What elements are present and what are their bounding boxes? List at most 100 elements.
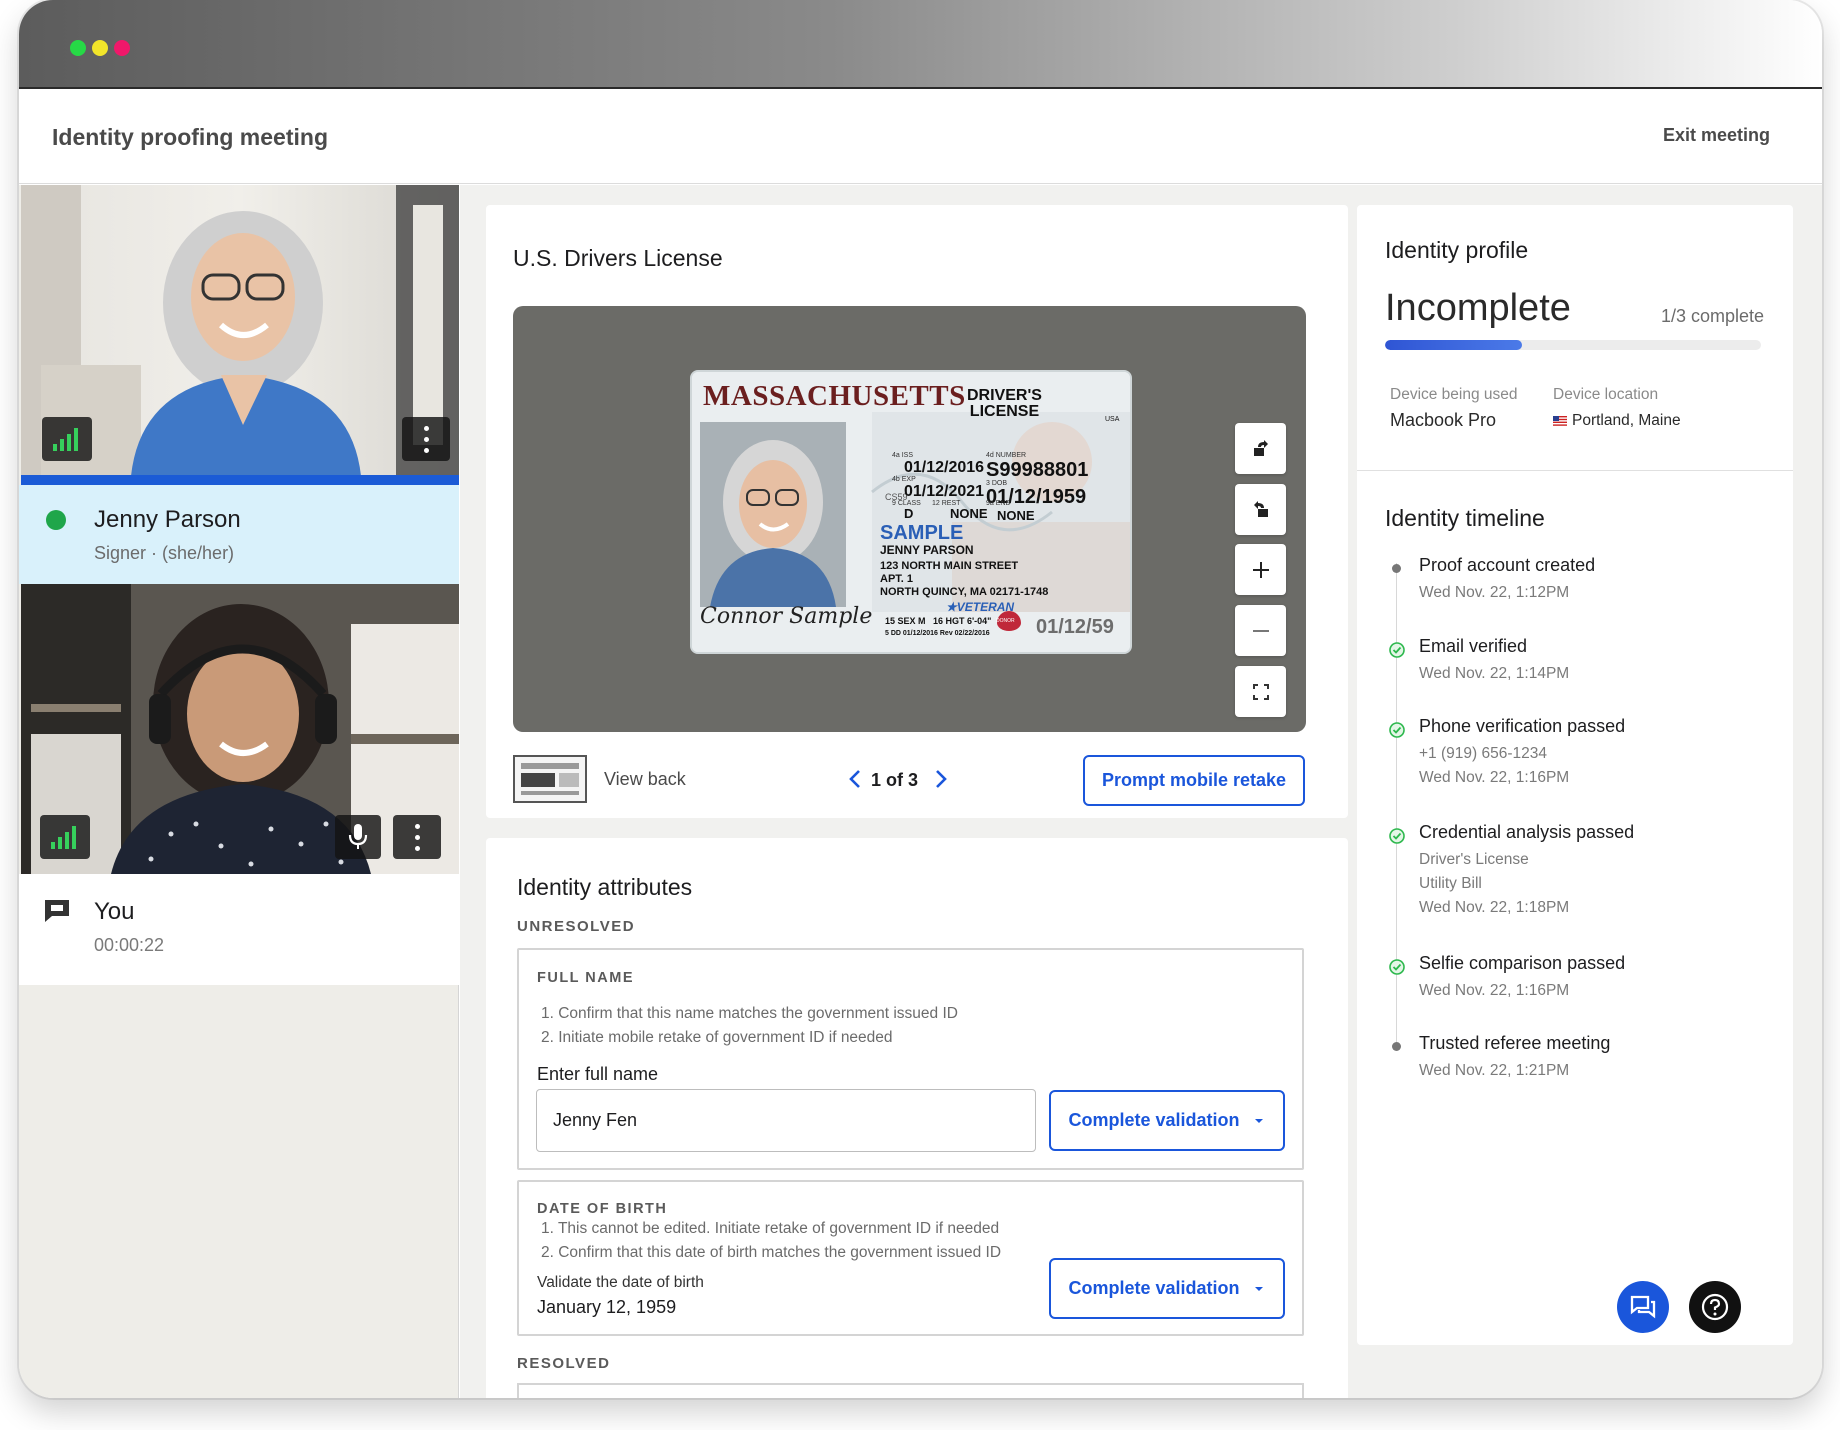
self-participant-card[interactable]: You 00:00:22: [19, 874, 459, 985]
check-circle-icon: [1389, 722, 1405, 743]
document-card: U.S. Drivers License MASSACHUSETTS DRIVE…: [486, 205, 1348, 818]
fullscreen-button[interactable]: [1235, 666, 1286, 717]
timeline-item-title: Email verified: [1419, 636, 1528, 656]
complete-validation-label: Complete validation: [1068, 1278, 1240, 1298]
participants-panel: Jenny Parson Signer · (she/her) You 00:0…: [19, 185, 459, 1398]
timeline-item-detail: Wed Nov. 22, 1:16PM: [1419, 769, 1570, 786]
identity-attributes-card: Identity attributes UNRESOLVED FULL NAME…: [486, 838, 1348, 1398]
help-button[interactable]: [1689, 1281, 1741, 1333]
license-holder-name: JENNY PARSON: [880, 543, 974, 557]
license-sex: 15 SEX M: [885, 616, 926, 626]
resolved-attribute-box: [517, 1383, 1304, 1398]
document-nav: View back 1 of 3 Prompt mobile retake: [513, 755, 1306, 807]
full-name-instruction-1: 1. Confirm that this name matches the go…: [541, 1005, 958, 1022]
page-indicator: 1 of 3: [871, 770, 919, 790]
license-height: 16 HGT 6'-04": [933, 616, 992, 626]
active-speaker-bar: [21, 475, 459, 485]
license-address-line3: NORTH QUINCY, MA 02171-1748: [880, 586, 1049, 598]
more-vertical-icon[interactable]: [402, 417, 450, 461]
signer-video: [21, 185, 459, 476]
window-maximize-dot[interactable]: [114, 40, 130, 56]
location-label: Device location: [1553, 386, 1659, 403]
divider: [1357, 470, 1793, 471]
check-circle-icon: [1389, 642, 1405, 663]
timeline-item: Phone verification passed +1 (919) 656-12…: [1419, 716, 1625, 786]
license-exp-label: 4b EXP: [892, 476, 916, 483]
license-dd: 5 DD 01/12/2016 Rev 02/22/2016: [885, 630, 990, 637]
rotate-right-icon: [1253, 500, 1268, 517]
license-end-label: 9a END: [986, 500, 1011, 507]
full-name-input[interactable]: Jenny Fen: [536, 1089, 1036, 1152]
us-flag-icon: [1553, 416, 1567, 426]
location-text: Portland, Maine: [1572, 412, 1681, 429]
document-title: U.S. Drivers License: [513, 245, 723, 271]
more-vertical-icon[interactable]: [393, 815, 441, 859]
zoom-out-icon: [1252, 629, 1269, 632]
license-dob-small: 01/12/59: [1036, 616, 1114, 638]
participant-name: You: [94, 898, 135, 925]
license-sample-mark: SAMPLE: [880, 522, 964, 544]
timeline-item-title: Proof account created: [1419, 555, 1596, 575]
document-viewer: MASSACHUSETTS DRIVER'S LICENSE USA Conno…: [513, 306, 1306, 732]
timeline-item-detail: +1 (919) 656-1234: [1419, 745, 1547, 762]
zoom-out-button[interactable]: [1235, 605, 1286, 656]
window-minimize-dot[interactable]: [92, 40, 108, 56]
timeline-item-detail: Wed Nov. 22, 1:12PM: [1419, 584, 1570, 601]
identity-profile-panel: Identity profile Incomplete 1/3 complete…: [1357, 205, 1793, 1345]
app-header: Identity proofing meeting Exit meeting: [19, 89, 1822, 184]
timeline-item-detail: Wed Nov. 22, 1:18PM: [1419, 899, 1570, 916]
license-type: DRIVER'S LICENSE: [967, 387, 1042, 420]
license-class: D: [904, 506, 914, 521]
chat-button[interactable]: [1617, 1281, 1669, 1333]
rotate-right-button[interactable]: [1235, 484, 1286, 535]
timeline-item-title: Trusted referee meeting: [1419, 1033, 1611, 1053]
license-back-thumbnail[interactable]: [513, 755, 587, 803]
timeline-item-detail: Wed Nov. 22, 1:16PM: [1419, 982, 1570, 999]
prompt-mobile-retake-button[interactable]: Prompt mobile retake: [1083, 755, 1305, 806]
timeline-item-detail: Wed Nov. 22, 1:21PM: [1419, 1062, 1570, 1079]
signal-icon: [40, 815, 90, 859]
license-end: NONE: [997, 508, 1035, 523]
date-of-birth-attribute: DATE OF BIRTH 1. This cannot be edited. …: [517, 1180, 1304, 1336]
license-signature: Connor Sample: [700, 604, 873, 629]
complete-validation-button[interactable]: Complete validation: [1049, 1258, 1285, 1319]
profile-progress-text: 1/3 complete: [1660, 306, 1764, 326]
timeline-item: Selfie comparison passed Wed Nov. 22, 1:1…: [1419, 953, 1625, 999]
chat-icon: [43, 898, 71, 929]
profile-progress-fill: [1385, 340, 1523, 350]
exit-meeting-button[interactable]: Exit meeting: [1663, 125, 1770, 146]
complete-validation-button[interactable]: Complete validation: [1049, 1090, 1285, 1151]
full-name-instruction-2: 2. Initiate mobile retake of government …: [541, 1029, 893, 1046]
meeting-timer: 00:00:22: [94, 935, 165, 955]
window-close-dot[interactable]: [70, 40, 86, 56]
rotate-left-button[interactable]: [1235, 423, 1286, 474]
signal-icon: [42, 417, 92, 461]
mic-icon[interactable]: [335, 815, 381, 859]
license-address-line1: 123 NORTH MAIN STREET: [880, 560, 1019, 572]
previous-page-button[interactable]: [846, 767, 866, 796]
signer-participant-card[interactable]: Jenny Parson Signer · (she/her): [19, 485, 459, 584]
dob-instruction-2: 2. Confirm that this date of birth match…: [541, 1244, 1002, 1261]
rotate-left-icon: [1253, 439, 1268, 456]
check-circle-icon: [1389, 828, 1405, 849]
zoom-in-button[interactable]: [1235, 544, 1286, 595]
license-number-label: 4d NUMBER: [986, 452, 1027, 459]
location-value: Portland, Maine: [1553, 412, 1681, 430]
next-page-button[interactable]: [930, 767, 950, 796]
timeline-item: Trusted referee meeting Wed Nov. 22, 1:21…: [1419, 1033, 1610, 1079]
complete-validation-label: Complete validation: [1068, 1110, 1240, 1130]
view-back-link[interactable]: View back: [604, 769, 686, 790]
dob-field-label: Validate the date of birth: [537, 1274, 704, 1291]
dob-label: DATE OF BIRTH: [537, 1201, 668, 1217]
timeline-item: Email verified Wed Nov. 22, 1:14PM: [1419, 636, 1569, 682]
timeline-dot-icon: [1391, 561, 1401, 573]
profile-status: Incomplete: [1385, 287, 1571, 329]
device-label: Device being used: [1390, 386, 1518, 403]
timeline-item-detail: Utility Bill: [1419, 875, 1482, 892]
device-value: Macbook Pro: [1390, 410, 1497, 430]
online-status-indicator: [46, 510, 66, 530]
license-iss: 01/12/2016: [904, 459, 985, 476]
profile-progress-bar: [1385, 340, 1761, 350]
full-name-value: Jenny Fen: [553, 1110, 638, 1130]
resolved-label: RESOLVED: [517, 1355, 611, 1372]
